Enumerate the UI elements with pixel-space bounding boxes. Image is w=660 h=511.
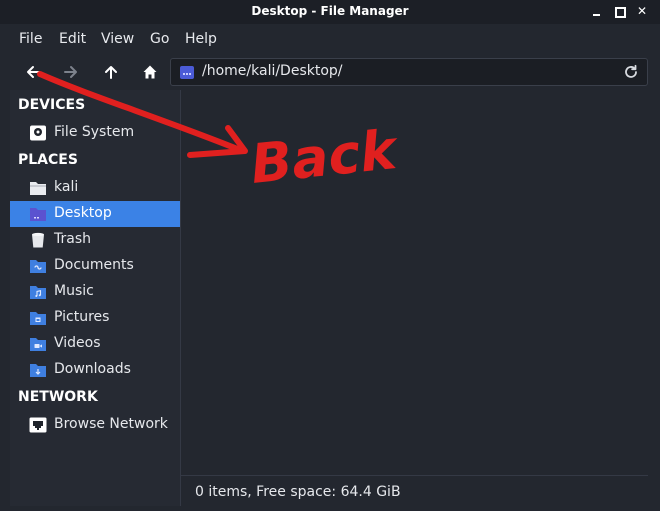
sidebar-item-videos[interactable]: Videos <box>10 331 180 357</box>
up-button[interactable] <box>98 60 124 84</box>
places-heading: PLACES <box>18 152 78 168</box>
sidebar-item-label: kali <box>54 179 79 195</box>
sidebar-item-label: Documents <box>54 257 134 273</box>
menu-go[interactable]: Go <box>150 31 169 47</box>
menu-bar: File Edit View Go Help <box>0 24 660 54</box>
status-text: 0 items, Free space: 64.4 GiB <box>195 484 401 500</box>
sidebar-item-label: Pictures <box>54 309 110 325</box>
sidebar-item-label: Trash <box>54 231 91 247</box>
sidebar-item-pictures[interactable]: Pictures <box>10 305 180 331</box>
sidebar-item-label: Videos <box>54 335 101 351</box>
forward-button[interactable] <box>58 60 84 84</box>
music-folder-icon <box>30 286 46 299</box>
title-bar[interactable]: Desktop - File Manager ✕ <box>0 0 660 24</box>
status-bar: 0 items, Free space: 64.4 GiB <box>181 475 648 506</box>
menu-edit[interactable]: Edit <box>59 31 86 47</box>
sidebar-item-documents[interactable]: Documents <box>10 253 180 279</box>
arrow-right-icon <box>64 66 77 78</box>
close-button[interactable]: ✕ <box>634 3 650 19</box>
menu-help[interactable]: Help <box>185 31 217 47</box>
pictures-folder-icon <box>30 312 46 325</box>
file-view[interactable] <box>181 90 648 475</box>
network-heading: NETWORK <box>18 389 98 405</box>
sidebar-item-label: Browse Network <box>54 416 168 432</box>
sidebar-item-label: Downloads <box>54 361 131 377</box>
desktop-folder-icon <box>180 66 194 79</box>
documents-folder-icon <box>30 260 46 273</box>
sidebar-item-label: Desktop <box>54 205 112 221</box>
sidebar-item-label: File System <box>54 124 135 140</box>
home-button[interactable] <box>137 60 163 84</box>
sidebar-item-music[interactable]: Music <box>10 279 180 305</box>
menu-view[interactable]: View <box>101 31 134 47</box>
sidebar-item-browse-network[interactable]: Browse Network <box>10 412 180 438</box>
arrow-up-icon <box>105 66 117 79</box>
minimize-button[interactable] <box>589 3 605 19</box>
sidebar-item-trash[interactable]: Trash <box>10 227 180 253</box>
window-title: Desktop - File Manager <box>251 4 409 18</box>
home-folder-icon <box>30 182 46 195</box>
back-button[interactable] <box>20 60 46 84</box>
menu-file[interactable]: File <box>19 31 42 47</box>
location-bar[interactable]: /home/kali/Desktop/ <box>170 58 648 86</box>
drive-icon <box>30 125 46 141</box>
location-path[interactable]: /home/kali/Desktop/ <box>202 63 343 79</box>
sidebar-item-label: Music <box>54 283 94 299</box>
sidebar-item-downloads[interactable]: Downloads <box>10 357 180 383</box>
trash-icon <box>32 232 44 248</box>
sidebar-item-kali[interactable]: kali <box>10 175 180 201</box>
sidebar-item-file-system[interactable]: File System <box>10 120 180 146</box>
devices-heading: DEVICES <box>18 97 86 113</box>
reload-icon[interactable] <box>623 64 639 80</box>
maximize-button[interactable] <box>611 3 627 19</box>
sidebar: DEVICES File System PLACES kali Desktop <box>10 90 181 506</box>
arrow-left-icon <box>27 66 40 78</box>
network-icon <box>29 417 47 433</box>
downloads-folder-icon <box>30 364 46 377</box>
desktop-folder-icon <box>30 208 46 221</box>
videos-folder-icon <box>30 338 46 351</box>
home-icon <box>143 65 157 79</box>
sidebar-item-desktop[interactable]: Desktop <box>10 201 180 227</box>
file-manager-window: Desktop - File Manager ✕ File Edit View … <box>0 0 660 511</box>
